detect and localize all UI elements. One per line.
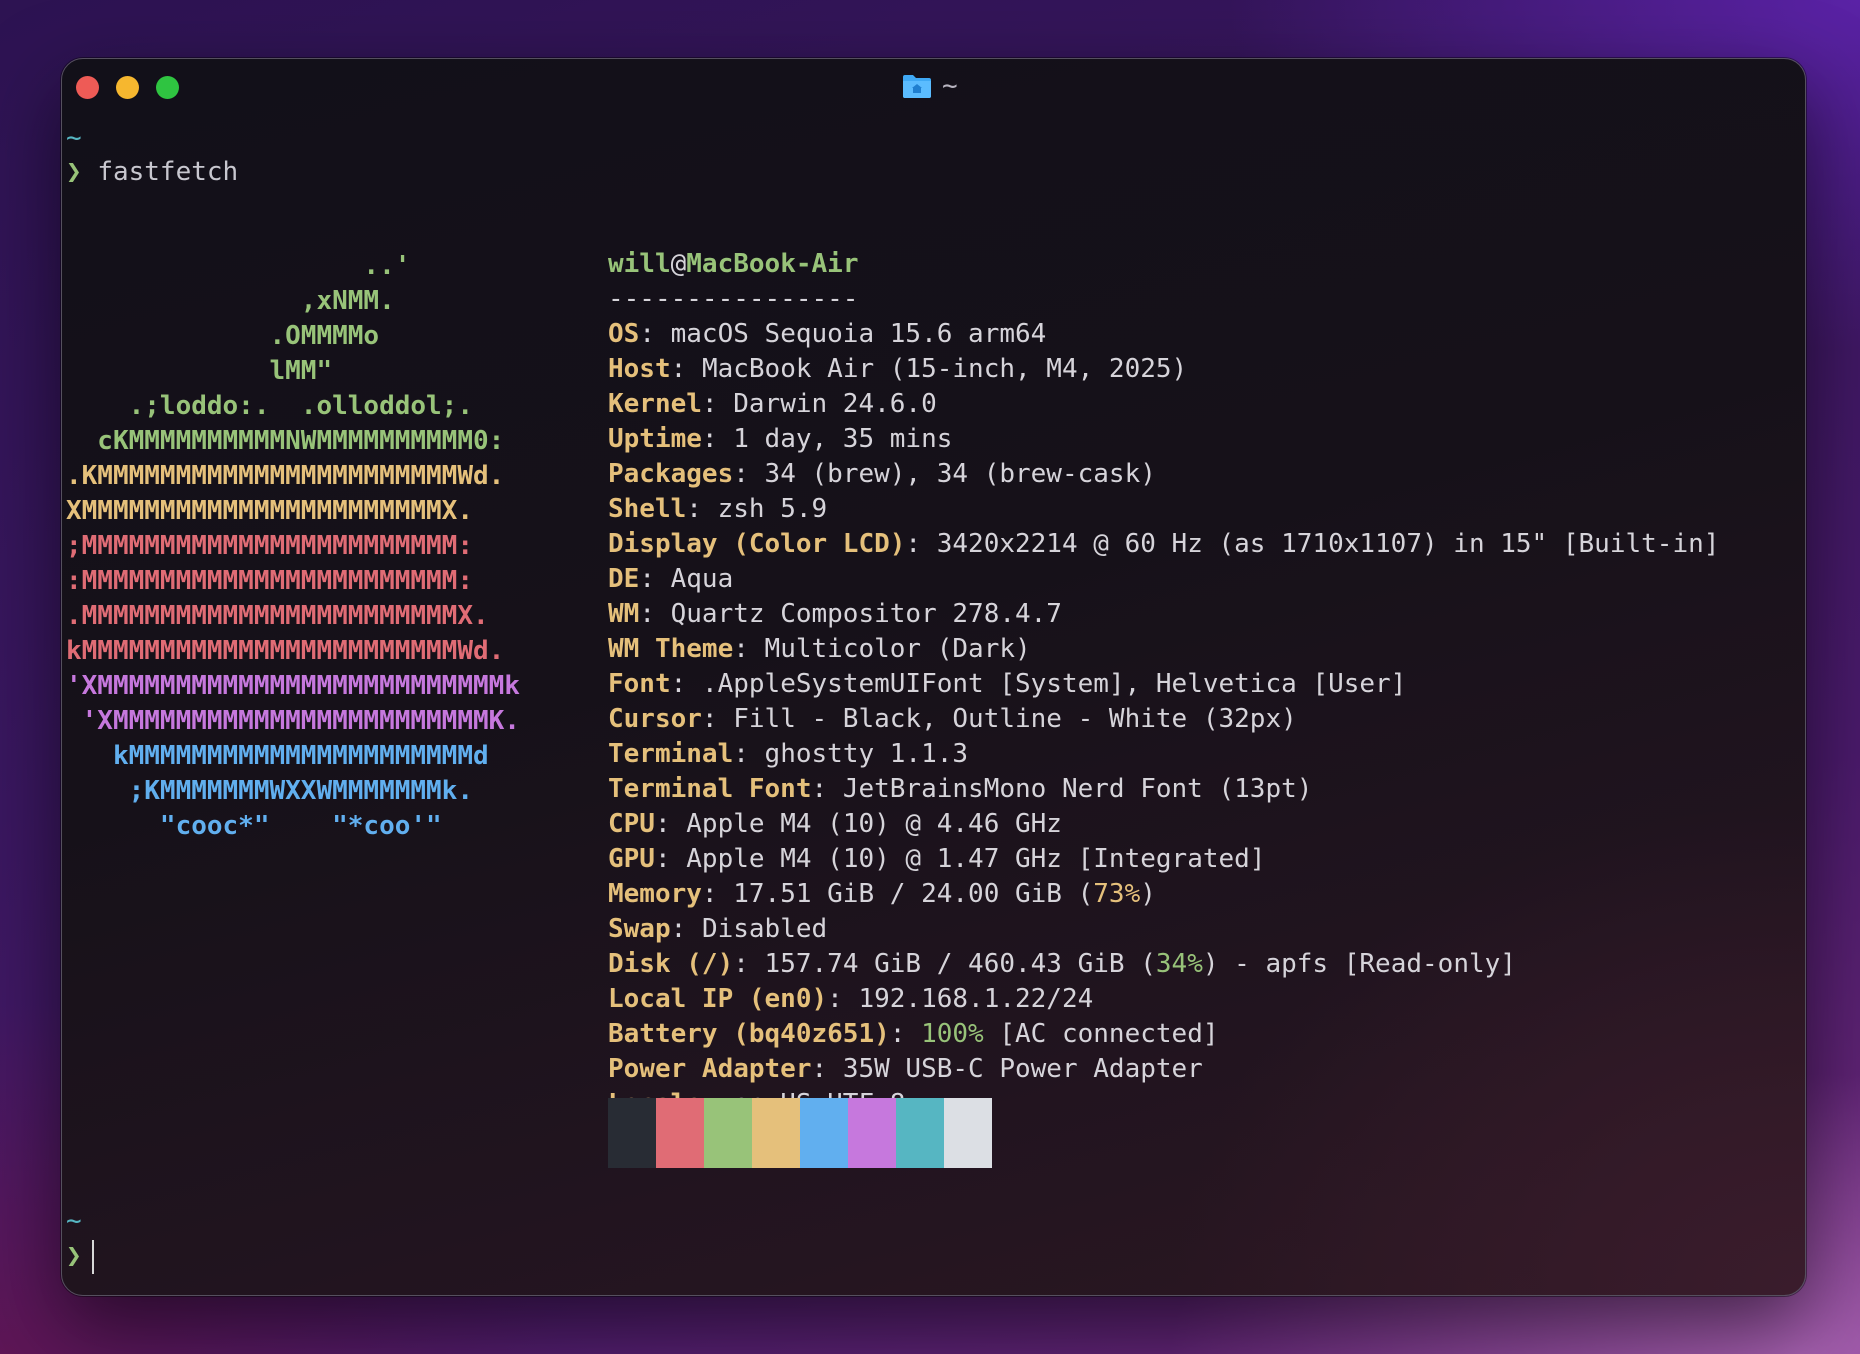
- logo-line: ;KMMMMMMMWXXWMMMMMMMk.: [66, 776, 473, 806]
- command-line: ❯ fastfetch: [66, 155, 238, 189]
- username: will: [608, 249, 671, 279]
- info-gpu: GPU: Apple M4 (10) @ 1.47 GHz [Integrate…: [608, 844, 1266, 874]
- at-sign: @: [670, 249, 687, 279]
- info-battery: Battery (bq40z651): 100% [AC connected]: [608, 1019, 1219, 1049]
- info-display: Display (Color LCD): 3420x2214 @ 60 Hz (…: [608, 529, 1720, 559]
- logo-line: ..': [66, 251, 411, 281]
- header-separator: ----------------: [608, 284, 859, 314]
- logo-line: kMMMMMMMMMMMMMMMMMMMMMMd: [66, 741, 489, 771]
- info-wm: WM: Quartz Compositor 278.4.7: [608, 599, 1062, 629]
- prompt-directory: ~: [66, 123, 82, 153]
- prompt-directory-2: ~: [66, 1206, 82, 1236]
- info-memory: Memory: 17.51 GiB / 24.00 GiB (73%): [608, 879, 1156, 909]
- command-text: fastfetch: [97, 157, 239, 187]
- info-de: DE: Aqua: [608, 564, 734, 594]
- logo-line: cKMMMMMMMMMMNWMMMMMMMMMM0:: [66, 426, 505, 456]
- color-swatch-6: [896, 1098, 944, 1168]
- logo-line: .MMMMMMMMMMMMMMMMMMMMMMMMX.: [66, 601, 489, 631]
- color-swatch-7: [944, 1098, 992, 1168]
- info-kernel: Kernel: Darwin 24.6.0: [608, 389, 937, 419]
- color-swatch-3: [752, 1098, 800, 1168]
- color-swatch-5: [848, 1098, 896, 1168]
- hostname: MacBook-Air: [686, 249, 859, 279]
- terminal-content[interactable]: ~ ❯ fastfetch ..' ,xNMM. .OMMMMo lMM" .;…: [62, 59, 1805, 1295]
- info-shell: Shell: zsh 5.9: [608, 494, 828, 524]
- info-terminal: Terminal: ghostty 1.1.3: [608, 739, 969, 769]
- info-cursor: Cursor: Fill - Black, Outline - White (3…: [608, 704, 1297, 734]
- logo-line: .;loddo:. .olloddol;.: [66, 391, 473, 421]
- terminal-window: ~ ~ ❯ fastfetch ..' ,xNMM. .OMMMMo lMM" …: [61, 58, 1806, 1296]
- logo-line: kMMMMMMMMMMMMMMMMMMMMMMMMWd.: [66, 636, 505, 666]
- logo-line: :MMMMMMMMMMMMMMMMMMMMMMMM:: [66, 566, 473, 596]
- info-terminal-font: Terminal Font: JetBrainsMono Nerd Font (…: [608, 774, 1313, 804]
- user-host-header: will@MacBook-Air: [608, 247, 858, 282]
- color-swatch-2: [704, 1098, 752, 1168]
- info-cpu: CPU: Apple M4 (10) @ 4.46 GHz: [608, 809, 1062, 839]
- info-wm-theme: WM Theme: Multicolor (Dark): [608, 634, 1031, 664]
- info-disk: Disk (/): 157.74 GiB / 460.43 GiB (34%) …: [608, 949, 1516, 979]
- info-local-ip: Local IP (en0): 192.168.1.22/24: [608, 984, 1094, 1014]
- info-host: Host: MacBook Air (15-inch, M4, 2025): [608, 354, 1188, 384]
- logo-line: 'XMMMMMMMMMMMMMMMMMMMMMMMMMMk: [66, 671, 520, 701]
- logo-line: ;MMMMMMMMMMMMMMMMMMMMMMMM:: [66, 531, 473, 561]
- logo-line: "cooc*" "*coo'": [66, 811, 442, 841]
- info-uptime: Uptime: 1 day, 35 mins: [608, 424, 953, 454]
- info-packages: Packages: 34 (brew), 34 (brew-cask): [608, 459, 1156, 489]
- logo-line: .KMMMMMMMMMMMMMMMMMMMMMMMWd.: [66, 461, 505, 491]
- logo-line: ,xNMM.: [66, 286, 395, 316]
- logo-line: lMM": [66, 356, 333, 386]
- prompt-symbol: ❯: [66, 157, 82, 187]
- info-power-adapter: Power Adapter: 35W USB-C Power Adapter: [608, 1054, 1203, 1084]
- color-swatch-4: [800, 1098, 848, 1168]
- info-os: OS: macOS Sequoia 15.6 arm64: [608, 319, 1047, 349]
- text-cursor: [91, 1239, 94, 1274]
- logo-line: .OMMMMo: [66, 321, 380, 351]
- logo-line: 'XMMMMMMMMMMMMMMMMMMMMMMMMK.: [66, 706, 520, 736]
- color-palette: [608, 1098, 992, 1168]
- color-swatch-1: [656, 1098, 704, 1168]
- color-swatch-0: [608, 1098, 656, 1168]
- input-line[interactable]: ❯: [66, 1239, 94, 1274]
- logo-line: XMMMMMMMMMMMMMMMMMMMMMMMX.: [66, 496, 473, 526]
- prompt-symbol-2: ❯: [66, 1241, 82, 1271]
- info-font: Font: .AppleSystemUIFont [System], Helve…: [608, 669, 1407, 699]
- info-swap: Swap: Disabled: [608, 914, 828, 944]
